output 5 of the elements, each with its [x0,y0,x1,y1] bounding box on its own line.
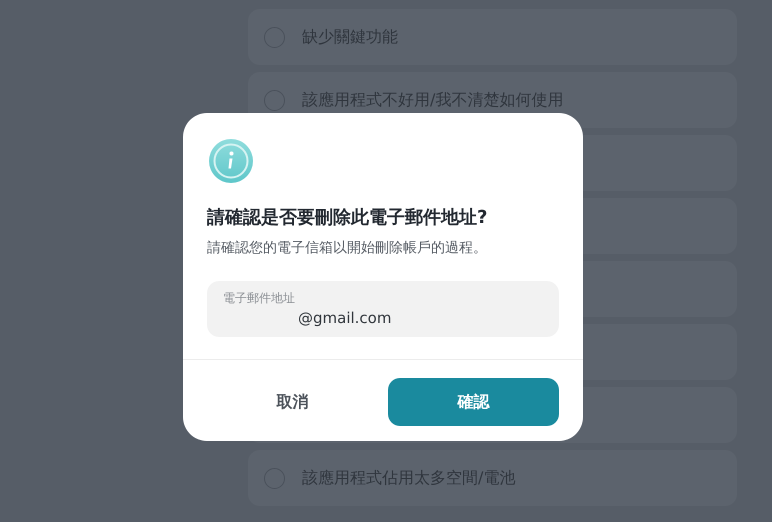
dialog-title: 請確認是否要刪除此電子郵件地址? [207,206,488,229]
dialog-message: 請確認您的電子信箱以開始刪除帳戶的過程。 [207,239,488,257]
email-field[interactable]: 電子郵件地址 @gmail.com [207,281,559,337]
info-icon [209,139,253,183]
confirm-button[interactable]: 確認 [388,378,559,426]
